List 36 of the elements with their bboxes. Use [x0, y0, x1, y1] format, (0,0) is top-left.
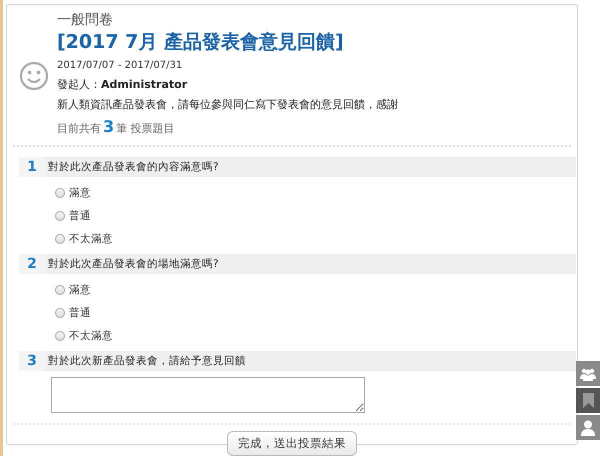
person-icon	[581, 420, 595, 436]
radio-option[interactable]: 普通	[55, 204, 571, 227]
radio-button[interactable]	[55, 330, 65, 340]
radio-option[interactable]: 不太滿意	[55, 227, 571, 250]
question-text: 對於此次產品發表會的場地滿意嗎?	[48, 257, 219, 271]
user-button[interactable]	[576, 415, 600, 440]
radio-button[interactable]	[55, 284, 65, 294]
radio-option[interactable]: 滿意	[55, 181, 571, 204]
initiator-name: Administrator	[101, 78, 188, 91]
survey-description: 新人類資訊產品發表會，請每位參與同仁寫下發表會的意見回饋，感謝	[57, 97, 398, 113]
radio-option[interactable]: 普通	[55, 301, 571, 324]
radio-button[interactable]	[55, 210, 65, 220]
people-icon	[580, 366, 596, 380]
radio-button[interactable]	[55, 308, 65, 318]
count-prefix: 目前共有	[57, 121, 101, 137]
initiator-label: 發起人：	[57, 78, 101, 91]
answer-box[interactable]	[51, 377, 365, 413]
radio-button[interactable]	[55, 234, 65, 244]
survey-category: 一般問卷	[57, 11, 114, 29]
smiley-icon	[19, 61, 49, 91]
date-range: 2017/07/07 - 2017/07/31	[57, 59, 184, 73]
question-text: 對於此次新產品發表會，請給予意見回饋	[48, 354, 246, 368]
group-button[interactable]	[576, 361, 600, 386]
question-number: 3	[19, 351, 45, 371]
radio-option[interactable]: 不太滿意	[55, 324, 571, 347]
question-text: 對於此次產品發表會的內容滿意嗎?	[48, 160, 219, 174]
radio-option[interactable]: 滿意	[55, 278, 571, 301]
submit-button[interactable]: 完成，送出投票結果	[227, 431, 357, 456]
question-count: 3	[103, 116, 114, 138]
count-suffix: 筆 投票題目	[116, 121, 175, 137]
question-number: 2	[19, 254, 45, 274]
survey-title: [2017 7月 產品發表會意見回饋]	[57, 30, 345, 55]
bookmark-icon	[582, 393, 594, 408]
bookmark-button[interactable]	[576, 388, 600, 413]
radio-button[interactable]	[55, 188, 65, 198]
question-number: 1	[19, 157, 45, 177]
